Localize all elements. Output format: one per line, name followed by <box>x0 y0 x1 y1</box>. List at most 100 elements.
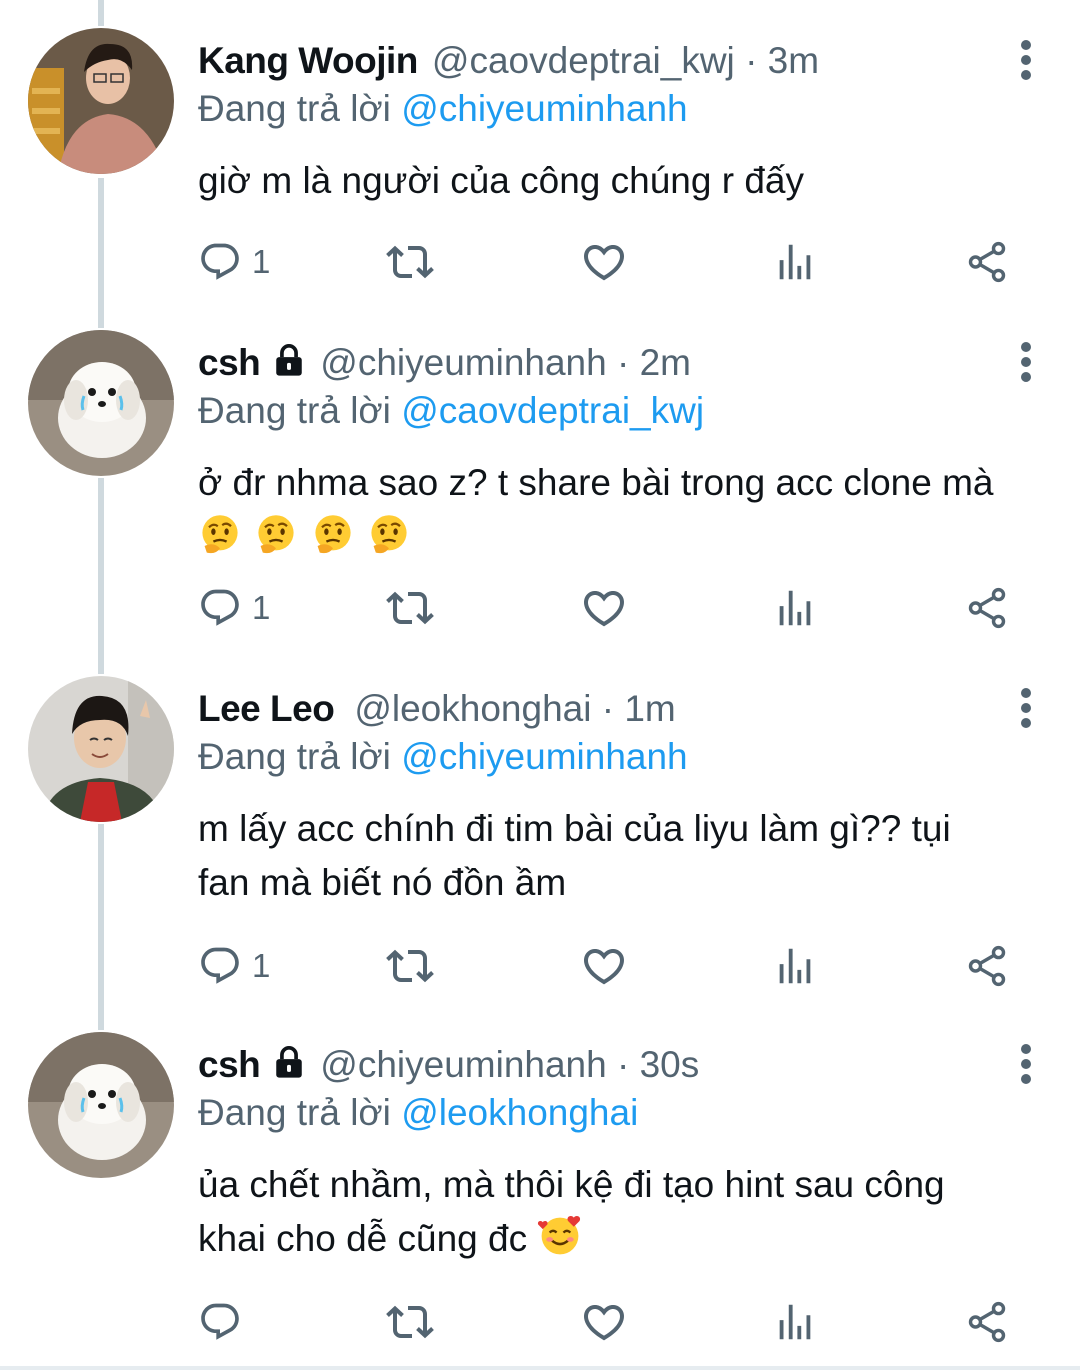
thinking-face-icon <box>254 513 298 557</box>
user-handle[interactable]: @chiyeuminhanh <box>320 342 606 383</box>
reply-button[interactable]: 1 <box>198 942 270 990</box>
reply-button[interactable]: 1 <box>198 584 270 632</box>
separator-dot: · <box>745 40 758 81</box>
emoji-row <box>198 510 1020 564</box>
tweet-text-line: khai cho dễ cũng đc <box>198 1218 528 1259</box>
avatar[interactable] <box>28 330 174 476</box>
more-options-icon[interactable] <box>1014 40 1038 80</box>
avatar[interactable] <box>28 28 174 174</box>
reply-icon <box>198 1300 242 1344</box>
share-icon <box>964 585 1010 631</box>
tweet-text-line: giờ m là người của công chúng r đấy <box>198 160 805 201</box>
user-handle[interactable]: @chiyeuminhanh <box>320 1044 606 1085</box>
tweet-text: m lấy acc chính đi tim bài của liyu làm … <box>198 802 1020 910</box>
like-button[interactable] <box>580 942 628 990</box>
tweet-text: giờ m là người của công chúng r đấy <box>198 154 1020 208</box>
timestamp[interactable]: 1m <box>624 688 675 729</box>
views-button[interactable] <box>772 942 818 990</box>
replying-to: Đang trả lời @caovdeptrai_kwj <box>198 388 704 434</box>
action-bar: 1 <box>198 942 1028 990</box>
tweet[interactable]: Lee Leo @leokhonghai · 1m Đang trả lời @c… <box>0 648 1080 1030</box>
timestamp[interactable]: 30s <box>640 1044 700 1085</box>
heart-icon <box>580 1298 628 1346</box>
timestamp[interactable]: 2m <box>640 342 691 383</box>
retweet-button[interactable] <box>386 942 434 990</box>
views-icon <box>772 943 818 989</box>
display-name[interactable]: Lee Leo <box>198 688 335 729</box>
tweet-text-line: ủa chết nhầm, mà thôi kệ đi tạo hint sau… <box>198 1164 945 1205</box>
share-button[interactable] <box>964 942 1010 990</box>
views-icon <box>772 585 818 631</box>
tweet[interactable]: csh @chiyeuminhanh · 2m Đang trả lời @cao… <box>0 302 1080 674</box>
retweet-icon <box>386 238 434 286</box>
share-icon <box>964 1299 1010 1345</box>
tweet-text-line: m lấy acc chính đi tim bài của liyu làm … <box>198 808 951 849</box>
user-handle[interactable]: @leokhonghai <box>354 688 591 729</box>
heart-icon <box>580 238 628 286</box>
timestamp[interactable]: 3m <box>768 40 819 81</box>
heart-icon <box>580 942 628 990</box>
replying-to-label: Đang trả lời <box>198 1092 391 1133</box>
retweet-icon <box>386 942 434 990</box>
views-button[interactable] <box>772 584 818 632</box>
tweet-header: csh @chiyeuminhanh · 2m <box>198 340 990 386</box>
share-button[interactable] <box>964 1298 1010 1346</box>
tweet[interactable]: csh @chiyeuminhanh · 30s Đang trả lời @le… <box>0 1004 1080 1366</box>
retweet-button[interactable] <box>386 584 434 632</box>
replying-to-label: Đang trả lời <box>198 88 391 129</box>
replying-to-handle[interactable]: @chiyeuminhanh <box>401 736 687 777</box>
share-icon <box>964 239 1010 285</box>
display-name[interactable]: Kang Woojin <box>198 40 418 81</box>
user-handle[interactable]: @caovdeptrai_kwj <box>432 40 735 81</box>
retweet-button[interactable] <box>386 238 434 286</box>
retweet-icon <box>386 1298 434 1346</box>
reply-button[interactable]: 1 <box>198 238 270 286</box>
like-button[interactable] <box>580 238 628 286</box>
replying-to-label: Đang trả lời <box>198 390 391 431</box>
more-options-icon[interactable] <box>1014 342 1038 382</box>
display-name[interactable]: csh <box>198 342 261 383</box>
retweet-icon <box>386 584 434 632</box>
heart-icon <box>580 584 628 632</box>
tweet[interactable]: Kang Woojin @caovdeptrai_kwj · 3m Đang tr… <box>0 0 1080 330</box>
reply-button[interactable] <box>198 1298 252 1346</box>
lock-icon <box>272 1045 306 1079</box>
avatar[interactable] <box>28 676 174 822</box>
reply-icon <box>198 586 242 630</box>
tweet-text-line: ở đr nhma sao z? t share bài trong acc c… <box>198 462 994 503</box>
reply-count: 1 <box>252 589 271 626</box>
replying-to-handle[interactable]: @caovdeptrai_kwj <box>401 390 704 431</box>
display-name[interactable]: csh <box>198 1044 261 1085</box>
avatar[interactable] <box>28 1032 174 1178</box>
reply-icon <box>198 944 242 988</box>
views-button[interactable] <box>772 238 818 286</box>
retweet-button[interactable] <box>386 1298 434 1346</box>
tweet-header: Kang Woojin @caovdeptrai_kwj · 3m <box>198 38 990 84</box>
thinking-face-icon <box>198 513 242 557</box>
reply-icon <box>198 240 242 284</box>
tweet-text: ở đr nhma sao z? t share bài trong acc c… <box>198 456 1020 564</box>
share-icon <box>964 943 1010 989</box>
replying-to-handle[interactable]: @chiyeuminhanh <box>401 88 687 129</box>
replying-to: Đang trả lời @chiyeuminhanh <box>198 86 688 132</box>
action-bar: 1 <box>198 584 1028 632</box>
replying-to-label: Đang trả lời <box>198 736 391 777</box>
like-button[interactable] <box>580 584 628 632</box>
tweet-text-line: fan mà biết nó đồn ầm <box>198 862 567 903</box>
share-button[interactable] <box>964 238 1010 286</box>
share-button[interactable] <box>964 584 1010 632</box>
views-button[interactable] <box>772 1298 818 1346</box>
tweet-header: Lee Leo @leokhonghai · 1m <box>198 686 990 732</box>
replying-to-handle[interactable]: @leokhonghai <box>401 1092 638 1133</box>
replying-to: Đang trả lời @chiyeuminhanh <box>198 734 688 780</box>
more-options-icon[interactable] <box>1014 1044 1038 1084</box>
reply-count: 1 <box>252 947 271 984</box>
separator-dot: · <box>617 342 630 383</box>
tweet-text-line-with-emoji: khai cho dễ cũng đc <box>198 1212 1020 1266</box>
tweet-text: ủa chết nhầm, mà thôi kệ đi tạo hint sau… <box>198 1158 1020 1266</box>
replying-to: Đang trả lời @leokhonghai <box>198 1090 638 1136</box>
like-button[interactable] <box>580 1298 628 1346</box>
reply-count: 1 <box>252 243 271 280</box>
divider <box>0 1366 1080 1370</box>
more-options-icon[interactable] <box>1014 688 1038 728</box>
